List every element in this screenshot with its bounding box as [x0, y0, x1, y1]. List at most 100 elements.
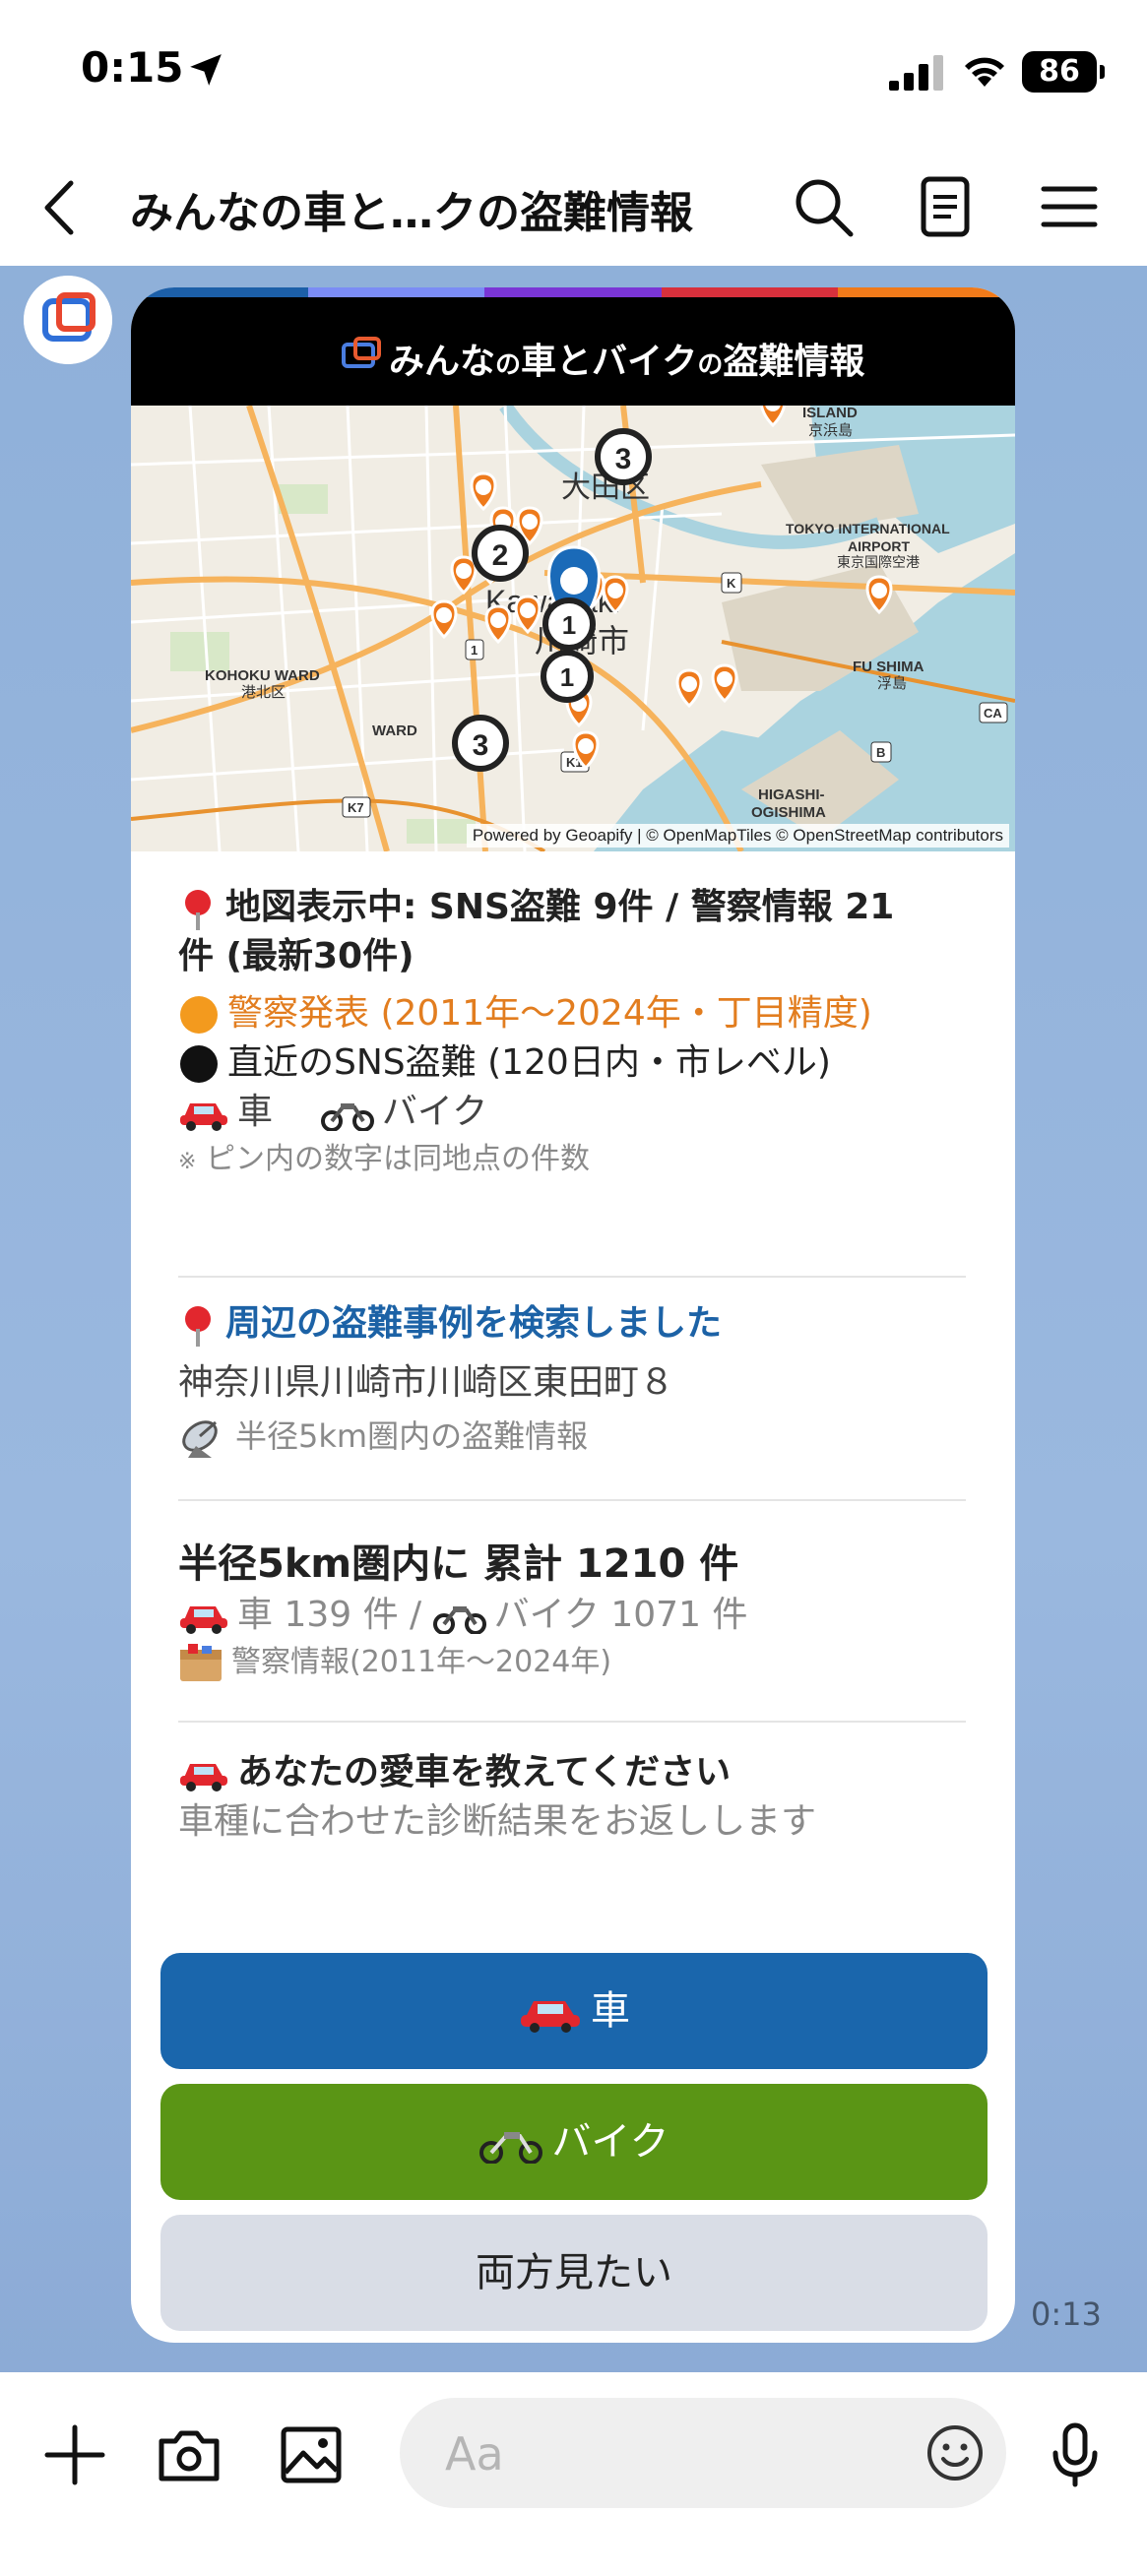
status-bar: 0:15 86: [0, 0, 1147, 148]
pin-note: ※ ピン内の数字は同地点の件数: [178, 1137, 966, 1185]
black-circle-icon: [180, 1045, 218, 1083]
motorcycle-icon: [320, 1103, 374, 1131]
brand-part: みんな: [389, 342, 496, 382]
legend-sns-text: 直近のSNS盗難 (120日内・市レベル): [227, 1042, 831, 1083]
map-label: 港北区: [241, 684, 286, 701]
image-icon[interactable]: [278, 2421, 345, 2488]
legend-police-text: 警察発表 (2011年〜2024年・丁目精度): [227, 993, 872, 1034]
summary-line2: 件 (最新30件): [178, 936, 414, 976]
ask-subtitle: 車種に合わせた診断結果をお返しします: [178, 1801, 817, 1842]
message-input-placeholder: Aa: [445, 2427, 504, 2481]
topbar-segment: [838, 287, 1015, 297]
orange-circle-icon: [180, 996, 218, 1034]
car-button[interactable]: 車: [160, 1953, 988, 2069]
car-icon: [180, 1764, 227, 1791]
topbar-segment: [661, 287, 839, 297]
brand-logo-icon: [342, 337, 381, 368]
stats-section: 半径5km圏内に 累計 1210 件 車 139 件 / バイク 1071 件 …: [178, 1538, 966, 1685]
map-attribution[interactable]: Powered by Geoapify | © OpenMapTiles © O…: [466, 824, 1009, 848]
status-time: 0:15: [81, 43, 184, 92]
message-timestamp: 0:13: [1031, 2295, 1102, 2333]
menu-icon[interactable]: [1036, 173, 1103, 240]
legend-car-text: 車: [237, 1092, 274, 1132]
map-label: HIGASHI-: [758, 786, 825, 803]
divider: [178, 1499, 966, 1501]
stats-total: 半径5km圏内に 累計 1210 件: [178, 1541, 739, 1587]
divider: [178, 1276, 966, 1278]
chat-title: みんなの車と…クの盗難情報: [130, 188, 693, 238]
file-box-icon: [180, 1643, 222, 1681]
brand-part: 車とバイク: [521, 342, 698, 382]
car-icon: [521, 2001, 580, 2033]
car-button-label: 車: [591, 1988, 630, 2034]
topbar-segment: [131, 287, 308, 297]
rich-message-card: みんなの車とバイクの盗難情報 大田区 ISLAND 京浜島 TOKYO INTE…: [131, 287, 1015, 2343]
message-input[interactable]: Aa: [400, 2398, 1006, 2508]
camera-icon[interactable]: [156, 2421, 223, 2488]
svg-text:3: 3: [473, 729, 489, 762]
brand-particle: の: [495, 350, 522, 380]
wifi-icon: [965, 57, 1004, 87]
satellite-dish-icon: [182, 1420, 218, 1458]
search-title: 周辺の盗難事例を検索しました: [178, 1299, 966, 1349]
card-banner: みんなの車とバイクの盗難情報: [131, 297, 1015, 406]
location-arrow-icon: [190, 54, 222, 86]
svg-text:1: 1: [560, 662, 574, 692]
svg-text:2: 2: [492, 539, 509, 572]
input-bar: Aa: [0, 2372, 1147, 2576]
map-label: WARD: [372, 723, 417, 739]
road-badge: K: [727, 576, 736, 591]
road-badge: 1: [471, 643, 478, 658]
car-icon: [180, 1103, 227, 1131]
brand-particle: の: [697, 350, 724, 380]
summary-line1: 地図表示中: SNS盗難 9件 / 警察情報 21: [178, 883, 966, 932]
brand-name: みんなの車とバイクの盗難情報: [389, 333, 864, 384]
search-address: 神奈川県川崎市川崎区東田町８: [178, 1362, 675, 1403]
topbar-segment: [307, 287, 485, 297]
ask-section: あなたの愛車を教えてください 車種に合わせた診断結果をお返しします: [178, 1748, 966, 1847]
map-label: 東京国際空港: [837, 554, 920, 570]
pin-icon: [185, 890, 211, 930]
map-label: 京浜島: [808, 422, 853, 439]
bike-button-label: バイク: [551, 2119, 669, 2165]
motorcycle-icon: [479, 2132, 543, 2164]
road-badge: K7: [348, 800, 364, 815]
pin-icon: [185, 1306, 211, 1347]
svg-text:3: 3: [615, 443, 632, 475]
notes-icon[interactable]: [912, 173, 979, 240]
car-icon: [180, 1606, 227, 1634]
legend-police: 警察発表 (2011年〜2024年・丁目精度): [178, 989, 966, 1038]
note-text: ピン内の数字は同地点の件数: [205, 1142, 590, 1176]
map-canvas: 大田区 Kawasaki 川崎市 ISLAND 京浜島 TOKYO INTERN…: [131, 406, 1015, 851]
stats-source: 警察情報(2011年〜2024年): [178, 1640, 966, 1685]
search-icon[interactable]: [790, 173, 857, 240]
plus-icon[interactable]: [41, 2421, 108, 2488]
stats-breakdown: 車 139 件 / バイク 1071 件: [178, 1591, 966, 1640]
card-color-bar: [131, 287, 1015, 297]
map-summary: 地図表示中: SNS盗難 9件 / 警察情報 21 件 (最新30件) 警察発表…: [178, 883, 966, 1185]
microphone-icon[interactable]: [1042, 2421, 1109, 2488]
legend-sns: 直近のSNS盗難 (120日内・市レベル): [178, 1038, 966, 1088]
map-label: TOKYO INTERNATIONAL: [786, 521, 950, 536]
road-badge: CA: [984, 706, 1002, 721]
search-radius-text: 半径5km圏内の盗難情報: [235, 1417, 589, 1455]
ask-title: あなたの愛車を教えてください: [178, 1748, 966, 1797]
road-badge: B: [876, 745, 885, 760]
map-label: 浮島: [877, 675, 907, 692]
battery-icon: 86: [1022, 51, 1105, 93]
both-button[interactable]: 両方見たい: [160, 2215, 988, 2331]
bot-avatar[interactable]: [24, 276, 112, 364]
map-label: ISLAND: [802, 406, 858, 421]
ask-title-text: あなたの愛車を教えてください: [237, 1752, 732, 1792]
svg-text:1: 1: [562, 610, 576, 640]
map-label: AIRPORT: [848, 538, 910, 554]
summary-text: 地図表示中: SNS盗難 9件 / 警察情報 21: [225, 887, 895, 927]
legend-bike-text: バイク: [381, 1092, 488, 1132]
stats-car-count: 車 139 件 /: [237, 1595, 422, 1635]
back-chevron-icon[interactable]: [33, 173, 85, 242]
chat-area[interactable]: みんなの車とバイクの盗難情報 大田区 ISLAND 京浜島 TOKYO INTE…: [0, 266, 1147, 2372]
theft-map[interactable]: 大田区 Kawasaki 川崎市 ISLAND 京浜島 TOKYO INTERN…: [131, 406, 1015, 851]
emoji-icon[interactable]: [924, 2421, 987, 2484]
bike-button[interactable]: バイク: [160, 2084, 988, 2200]
stats-bike-count: バイク 1071 件: [493, 1595, 748, 1635]
